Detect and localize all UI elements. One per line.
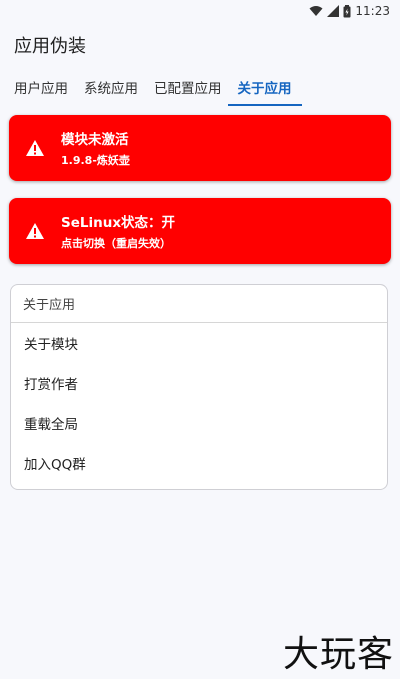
- wifi-icon: [309, 5, 323, 17]
- module-status-card[interactable]: 模块未激活 1.9.8-炼妖壶: [9, 115, 391, 181]
- signal-icon: [327, 5, 340, 17]
- module-status-title: 模块未激活: [61, 132, 129, 148]
- menu-item-donate-author[interactable]: 打赏作者: [11, 363, 387, 403]
- module-version: 1.9.8-炼妖壶: [61, 154, 130, 167]
- selinux-status-title: SeLinux状态：开: [61, 215, 176, 231]
- battery-icon: [343, 4, 351, 18]
- status-time: 11:23: [355, 4, 390, 18]
- selinux-toggle-hint: 点击切换（重启失效）: [61, 237, 171, 250]
- selinux-status-card[interactable]: SeLinux状态：开 点击切换（重启失效）: [9, 198, 391, 264]
- about-app-card: 关于应用 关于模块 打赏作者 重载全局 加入QQ群: [10, 284, 388, 490]
- tab-system-apps[interactable]: 系统应用: [80, 68, 142, 106]
- watermark-logo: 大玩客: [282, 634, 394, 675]
- tab-configured-apps[interactable]: 已配置应用: [150, 68, 226, 106]
- menu-item-reload-global[interactable]: 重载全局: [11, 403, 387, 443]
- warning-icon: [9, 139, 61, 157]
- status-bar: 11:23: [0, 0, 400, 22]
- warning-icon: [9, 222, 61, 240]
- tab-bar: 用户应用 系统应用 已配置应用 关于应用: [0, 68, 400, 106]
- about-card-header: 关于应用: [11, 285, 387, 323]
- app-title: 应用伪装: [14, 36, 86, 57]
- tab-user-apps[interactable]: 用户应用: [10, 68, 72, 106]
- menu-item-about-module[interactable]: 关于模块: [11, 323, 387, 363]
- tab-about-app[interactable]: 关于应用: [227, 68, 302, 106]
- menu-item-join-qq-group[interactable]: 加入QQ群: [11, 443, 387, 483]
